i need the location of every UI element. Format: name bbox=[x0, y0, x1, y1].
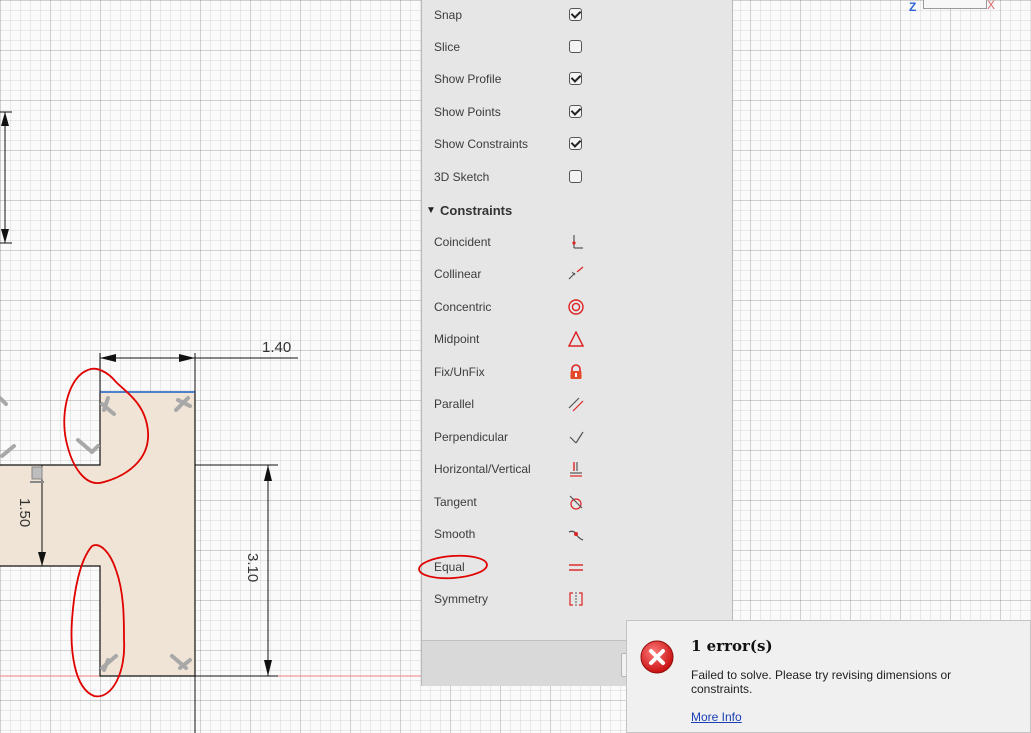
arrowhead bbox=[264, 465, 272, 481]
collinear-icon[interactable] bbox=[568, 266, 584, 282]
option-label: Show Constraints bbox=[434, 137, 529, 151]
sketch-profile[interactable] bbox=[0, 392, 195, 676]
option-show-profile[interactable]: Show Profile bbox=[422, 63, 732, 95]
constraint-coincident[interactable]: Coincident bbox=[422, 226, 732, 258]
snap-checkbox[interactable] bbox=[569, 8, 582, 21]
constraint-label: Fix/UnFix bbox=[434, 365, 485, 379]
perpendicular-constraint-icon[interactable] bbox=[76, 438, 100, 454]
constraint-label: Coincident bbox=[434, 235, 491, 249]
view-cube-face[interactable] bbox=[923, 0, 987, 9]
parallel-icon[interactable] bbox=[568, 396, 584, 412]
dimension-text-1-50[interactable]: 1.50 bbox=[16, 498, 33, 527]
option-label: Slice bbox=[434, 40, 461, 54]
constraint-label: Equal bbox=[434, 560, 465, 574]
error-toast: 1 error(s) Failed to solve. Please try r… bbox=[626, 620, 1031, 733]
error-title: 1 error(s) bbox=[691, 637, 773, 655]
option-show-constraints[interactable]: Show Constraints bbox=[422, 128, 732, 160]
constraint-label: Perpendicular bbox=[434, 430, 509, 444]
slice-checkbox[interactable] bbox=[569, 40, 582, 53]
constraint-label: Parallel bbox=[434, 397, 475, 411]
option-label: Show Profile bbox=[434, 72, 502, 86]
constraint-tangent[interactable]: Tangent bbox=[422, 486, 732, 518]
constraint-perpendicular[interactable]: Perpendicular bbox=[422, 421, 732, 453]
dimension-text-1-40[interactable]: 1.40 bbox=[262, 339, 291, 356]
horizontal-vertical-icon[interactable] bbox=[568, 461, 584, 477]
sketch-palette: Snap Slice Show Profile Show Points Show… bbox=[421, 0, 733, 686]
constraint-label: Horizontal/Vertical bbox=[434, 462, 531, 476]
show-profile-checkbox[interactable] bbox=[569, 72, 582, 85]
arrowhead bbox=[1, 229, 9, 243]
constraint-concentric[interactable]: Concentric bbox=[422, 291, 732, 323]
coincident-icon[interactable] bbox=[568, 234, 584, 250]
constraint-label: Symmetry bbox=[434, 592, 488, 606]
perpendicular-constraint-icon[interactable] bbox=[0, 396, 8, 406]
constraint-label: Collinear bbox=[434, 267, 482, 281]
error-message: Failed to solve. Please try revising dim… bbox=[691, 668, 952, 696]
error-icon bbox=[639, 639, 675, 680]
lock-icon[interactable] bbox=[568, 364, 584, 380]
constraint-label: Midpoint bbox=[434, 332, 480, 346]
constraint-smooth[interactable]: Smooth bbox=[422, 518, 732, 550]
constraint-fix-unfix[interactable]: Fix/UnFix bbox=[422, 356, 732, 388]
show-constraints-checkbox[interactable] bbox=[569, 137, 582, 150]
arrowhead bbox=[179, 354, 195, 362]
option-label: Show Points bbox=[434, 105, 501, 119]
constraint-collinear[interactable]: Collinear bbox=[422, 258, 732, 290]
constraint-label: Concentric bbox=[434, 300, 492, 314]
collapse-triangle-icon[interactable]: ▼ bbox=[426, 205, 436, 216]
constraint-label: Smooth bbox=[434, 527, 476, 541]
constraints-section-header[interactable]: ▼ Constraints bbox=[422, 194, 732, 226]
option-slice[interactable]: Slice bbox=[422, 31, 732, 63]
equal-icon[interactable] bbox=[568, 559, 584, 575]
perpendicular-icon[interactable] bbox=[568, 429, 584, 445]
option-show-points[interactable]: Show Points bbox=[422, 96, 732, 128]
view-cube[interactable]: Z X bbox=[905, 0, 1005, 18]
perpendicular-constraint-icon[interactable] bbox=[0, 444, 16, 458]
constraints-header-label: Constraints bbox=[440, 202, 513, 218]
constraint-horizontal-vertical[interactable]: Horizontal/Vertical bbox=[422, 453, 732, 485]
more-info-link[interactable]: More Info bbox=[691, 710, 742, 724]
constraint-midpoint[interactable]: Midpoint bbox=[422, 323, 732, 355]
option-3d-sketch[interactable]: 3D Sketch bbox=[422, 161, 732, 193]
arrowhead bbox=[264, 660, 272, 676]
option-label: Snap bbox=[434, 8, 463, 22]
constraint-label: Tangent bbox=[434, 495, 477, 509]
concentric-icon[interactable] bbox=[568, 299, 584, 315]
show-points-checkbox[interactable] bbox=[569, 105, 582, 118]
view-cube-z-label: Z bbox=[909, 0, 917, 14]
3d-sketch-checkbox[interactable] bbox=[569, 170, 582, 183]
dimension-text-3-10[interactable]: 3.10 bbox=[244, 553, 261, 582]
midpoint-icon[interactable] bbox=[567, 330, 585, 347]
constraint-parallel[interactable]: Parallel bbox=[422, 388, 732, 420]
constraint-symmetry[interactable]: Symmetry bbox=[422, 583, 732, 615]
symmetry-icon[interactable] bbox=[568, 591, 584, 607]
option-snap[interactable]: Snap bbox=[422, 0, 732, 31]
smooth-icon[interactable] bbox=[568, 526, 584, 542]
view-cube-x-label: X bbox=[987, 0, 996, 12]
tangent-icon[interactable] bbox=[568, 494, 584, 510]
constraint-equal[interactable]: Equal bbox=[422, 551, 732, 583]
arrowhead bbox=[100, 354, 116, 362]
option-label: 3D Sketch bbox=[434, 170, 490, 184]
arrowhead bbox=[1, 112, 9, 126]
